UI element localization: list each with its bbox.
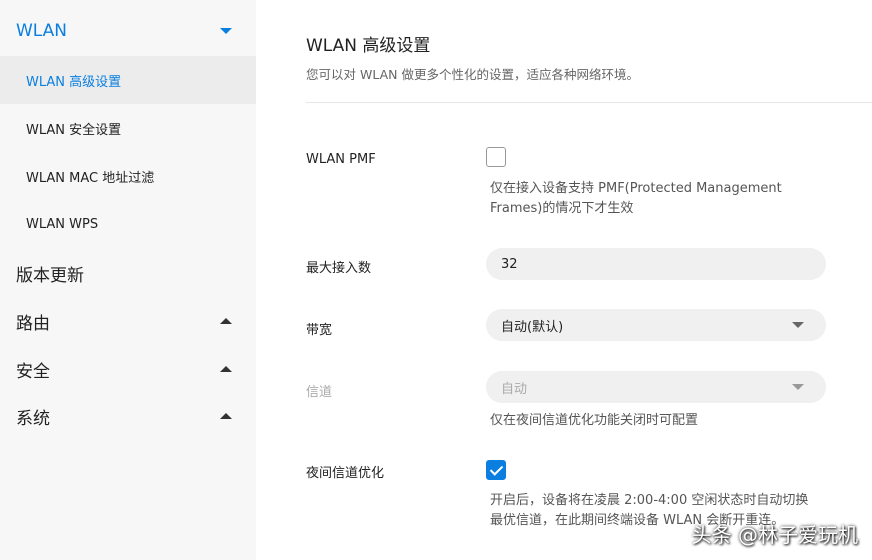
channel-select: 自动 xyxy=(486,371,826,403)
pmf-label: WLAN PMF xyxy=(306,152,376,167)
chevron-down-icon xyxy=(792,322,804,328)
pmf-checkbox[interactable] xyxy=(486,147,506,167)
max-clients-input[interactable]: 32 xyxy=(486,248,826,280)
sidebar-group-routing[interactable]: 路由 xyxy=(0,297,256,345)
sidebar-group-version-update-label: 版本更新 xyxy=(16,265,84,286)
channel-value: 自动 xyxy=(501,381,528,397)
sidebar-group-wlan-label: WLAN xyxy=(16,21,68,41)
sidebar-group-system-label: 系统 xyxy=(16,408,50,429)
bandwidth-label: 带宽 xyxy=(306,323,333,338)
page-description: 您可以对 WLAN 做更多个性化的设置，适应各种网络环境。 xyxy=(306,67,639,82)
sidebar-item-wlan-wps[interactable]: WLAN WPS xyxy=(0,200,256,248)
sidebar-group-routing-label: 路由 xyxy=(16,313,50,334)
sidebar-item-wlan-mac-filter[interactable]: WLAN MAC 地址过滤 xyxy=(0,152,256,200)
sidebar-item-label: WLAN 高级设置 xyxy=(26,74,122,90)
night-opt-label: 夜间信道优化 xyxy=(306,466,385,481)
chevron-up-icon xyxy=(220,413,232,419)
chevron-down-icon xyxy=(792,384,804,390)
max-clients-value: 32 xyxy=(501,256,518,272)
chevron-down-icon xyxy=(220,28,232,34)
sidebar-group-system[interactable]: 系统 xyxy=(0,392,256,440)
max-clients-label: 最大接入数 xyxy=(306,261,372,276)
channel-hint: 仅在夜间信道优化功能关闭时可配置 xyxy=(490,413,699,428)
chevron-up-icon xyxy=(220,318,232,324)
pmf-hint-line1: 仅在接入设备支持 PMF(Protected Management xyxy=(490,181,782,196)
pmf-hint: 仅在接入设备支持 PMF(Protected Management Frames… xyxy=(490,179,782,219)
bandwidth-select[interactable]: 自动(默认) xyxy=(486,309,826,341)
sidebar-item-label: WLAN WPS xyxy=(26,216,99,232)
main-content: WLAN 高级设置 您可以对 WLAN 做更多个性化的设置，适应各种网络环境。 … xyxy=(256,0,872,560)
sidebar-item-label: WLAN MAC 地址过滤 xyxy=(26,170,155,186)
sidebar-group-version-update[interactable]: 版本更新 xyxy=(0,249,256,297)
divider xyxy=(306,102,872,103)
channel-label: 信道 xyxy=(306,385,333,400)
sidebar-item-wlan-security[interactable]: WLAN 安全设置 xyxy=(0,104,256,152)
page-title: WLAN 高级设置 xyxy=(306,36,431,56)
sidebar-item-label: WLAN 安全设置 xyxy=(26,122,122,138)
sidebar-item-wlan-advanced[interactable]: WLAN 高级设置 xyxy=(0,56,256,104)
sidebar-group-wlan[interactable]: WLAN xyxy=(0,7,256,55)
pmf-hint-line2: Frames)的情况下才生效 xyxy=(490,201,634,216)
watermark: 头条 @林子爱玩机 xyxy=(691,523,858,547)
sidebar: WLAN WLAN 高级设置 WLAN 安全设置 WLAN MAC 地址过滤 W… xyxy=(0,0,256,560)
bandwidth-value: 自动(默认) xyxy=(501,319,564,335)
chevron-up-icon xyxy=(220,366,232,372)
night-opt-hint-line1: 开启后，设备将在凌晨 2:00-4:00 空闲状态时自动切换 xyxy=(490,493,809,508)
sidebar-group-security-label: 安全 xyxy=(16,361,50,382)
sidebar-group-security[interactable]: 安全 xyxy=(0,345,256,393)
night-opt-checkbox[interactable] xyxy=(486,460,506,480)
